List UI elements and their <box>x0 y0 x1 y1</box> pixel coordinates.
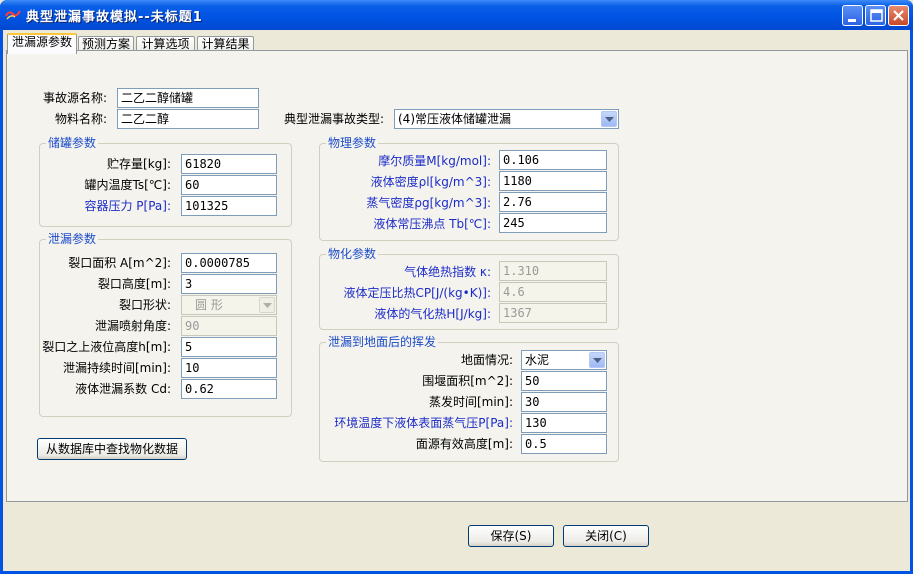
evaporation-time-label: 蒸发时间[min]: <box>428 395 513 409</box>
accident-type-value: (4)常压液体储罐泄漏 <box>398 112 511 126</box>
vapor-pressure-label: 环境温度下液体表面蒸气压P[Pa]: <box>334 416 513 430</box>
tab-panel: 事故源名称: 二乙二醇储罐 物料名称: 二乙二醇 典型泄漏事故类型: (4)常压… <box>6 50 908 502</box>
boiling-point-label: 液体常压沸点 Tb[℃]: <box>373 217 491 231</box>
maximize-button[interactable] <box>865 5 886 26</box>
evaporation-title: 泄漏到地面后的挥发 <box>326 335 439 349</box>
vapor-density-label: 蒸气密度ρg[kg/m^3]: <box>366 196 491 210</box>
liquid-height-label: 裂口之上液位高度h[m]: <box>42 340 171 354</box>
chevron-down-icon[interactable] <box>259 297 275 313</box>
ground-type-select[interactable]: 水泥 <box>521 350 607 370</box>
vaporization-heat-label: 液体的气化热H[J/kg]: <box>374 307 491 321</box>
crack-shape-value: 圆 形 <box>195 298 223 312</box>
crack-shape-label: 裂口形状: <box>118 298 171 312</box>
vapor-pressure-input[interactable]: 130 <box>521 413 607 433</box>
close-icon <box>893 10 904 21</box>
container-pressure-input[interactable]: 101325 <box>181 196 277 216</box>
app-window: 典型泄漏事故模拟--未标题1 泄漏源参数 预测方案 计算选项 计算结果 事故源名… <box>0 0 913 574</box>
title-bar[interactable]: 典型泄漏事故模拟--未标题1 <box>0 0 913 30</box>
minimize-icon <box>848 19 856 22</box>
storage-amount-input[interactable]: 61820 <box>181 154 277 174</box>
spray-angle-input[interactable]: 90 <box>181 316 277 336</box>
window-title: 典型泄漏事故模拟--未标题1 <box>26 10 203 25</box>
leak-coefficient-input[interactable]: 0.62 <box>181 379 277 399</box>
chevron-down-icon[interactable] <box>601 111 617 127</box>
ground-type-label: 地面情况: <box>460 353 513 367</box>
physical-params-title: 物理参数 <box>326 136 379 150</box>
tab-leak-source[interactable]: 泄漏源参数 <box>7 33 77 54</box>
source-name-label: 事故源名称: <box>43 91 108 105</box>
leak-params-title: 泄漏参数 <box>46 232 99 246</box>
maximize-icon <box>870 9 883 22</box>
container-pressure-label: 容器压力 P[Pa]: <box>84 199 171 213</box>
client-area: 泄漏源参数 预测方案 计算选项 计算结果 事故源名称: 二乙二醇储罐 物料名称:… <box>3 30 910 571</box>
leak-duration-input[interactable]: 10 <box>181 358 277 378</box>
liquid-height-input[interactable]: 5 <box>181 337 277 357</box>
save-button[interactable]: 保存(S) <box>468 525 554 547</box>
physchem-params-title: 物化参数 <box>326 247 379 261</box>
source-height-input[interactable]: 0.5 <box>521 434 607 454</box>
chevron-down-icon[interactable] <box>589 352 605 368</box>
dike-area-label: 围堰面积[m^2]: <box>422 374 513 388</box>
crack-shape-select[interactable]: 圆 形 <box>181 295 277 315</box>
material-label: 物料名称: <box>55 112 108 126</box>
leak-duration-label: 泄漏持续时间[min]: <box>62 361 171 375</box>
dike-area-input[interactable]: 50 <box>521 371 607 391</box>
crack-area-input[interactable]: 0.0000785 <box>181 253 277 273</box>
crack-area-label: 裂口面积 A[m^2]: <box>68 256 171 270</box>
specific-heat-label: 液体定压比热CP[J/(kg•K)]: <box>343 286 491 300</box>
adiabatic-index-label: 气体绝热指数 κ: <box>404 265 491 279</box>
source-height-label: 面源有效高度[m]: <box>415 437 513 451</box>
spray-angle-label: 泄漏喷射角度: <box>94 319 171 333</box>
crack-height-input[interactable]: 3 <box>181 274 277 294</box>
leak-coefficient-label: 液体泄漏系数 Cd: <box>75 382 171 396</box>
liquid-density-input[interactable]: 1180 <box>499 171 607 191</box>
app-icon <box>5 8 22 21</box>
accident-type-select[interactable]: (4)常压液体储罐泄漏 <box>394 109 619 129</box>
evaporation-time-input[interactable]: 30 <box>521 392 607 412</box>
crack-height-label: 裂口高度[m]: <box>97 277 171 291</box>
liquid-density-label: 液体密度ρl[kg/m^3]: <box>370 175 491 189</box>
tank-params-title: 储罐参数 <box>46 136 99 150</box>
tank-temperature-input[interactable]: 60 <box>181 175 277 195</box>
source-name-input[interactable]: 二乙二醇储罐 <box>117 88 259 108</box>
molar-mass-label: 摩尔质量M[kg/mol]: <box>378 154 491 168</box>
close-dialog-button[interactable]: 关闭(C) <box>563 525 649 547</box>
tank-temperature-label: 罐内温度Ts[℃]: <box>84 178 171 192</box>
boiling-point-input[interactable]: 245 <box>499 213 607 233</box>
specific-heat-input[interactable]: 4.6 <box>499 282 607 302</box>
accident-type-label: 典型泄漏事故类型: <box>284 112 385 126</box>
material-input[interactable]: 二乙二醇 <box>117 109 259 129</box>
vaporization-heat-input[interactable]: 1367 <box>499 303 607 323</box>
adiabatic-index-input[interactable]: 1.310 <box>499 261 607 281</box>
close-button[interactable] <box>888 5 909 26</box>
lookup-database-button[interactable]: 从数据库中查找物化数据 <box>37 438 187 460</box>
minimize-button[interactable] <box>842 5 863 26</box>
molar-mass-input[interactable]: 0.106 <box>499 150 607 170</box>
vapor-density-input[interactable]: 2.76 <box>499 192 607 212</box>
ground-type-value: 水泥 <box>525 353 550 367</box>
storage-amount-label: 贮存量[kg]: <box>107 157 171 171</box>
